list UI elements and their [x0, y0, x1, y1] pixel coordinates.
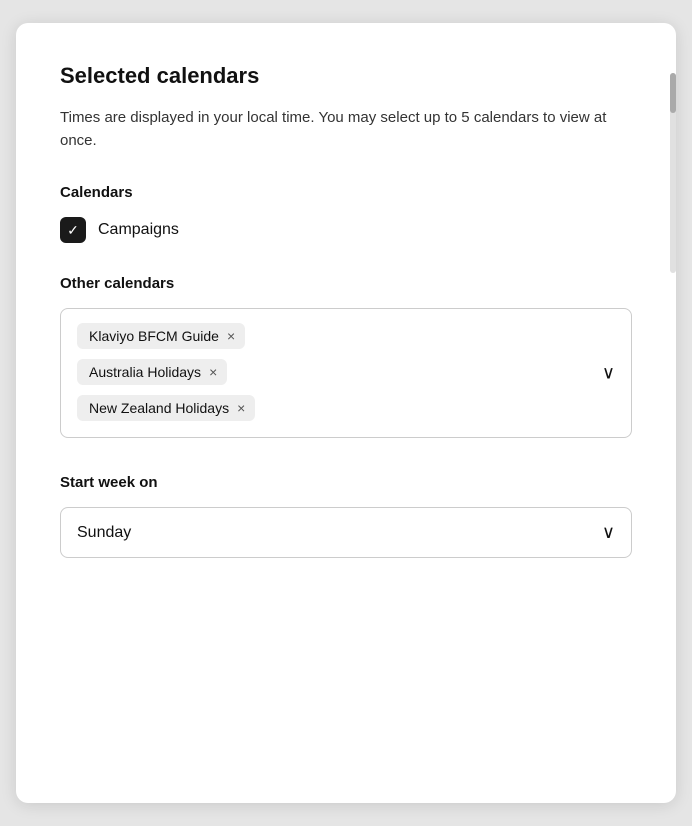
- campaigns-checkbox[interactable]: ✓: [60, 217, 86, 243]
- tag-australia-holidays: Australia Holidays ×: [77, 359, 227, 385]
- start-week-value: Sunday: [77, 524, 131, 542]
- other-calendars-multiselect[interactable]: Klaviyo BFCM Guide × Australia Holidays …: [60, 308, 632, 438]
- start-week-section: Start week on Sunday ∨: [60, 474, 632, 558]
- tag-label: Australia Holidays: [89, 364, 201, 380]
- other-calendars-section: Other calendars Klaviyo BFCM Guide × Aus…: [60, 275, 632, 438]
- tag-new-zealand-holidays: New Zealand Holidays ×: [77, 395, 255, 421]
- calendars-section-label: Calendars: [60, 184, 632, 201]
- scrollbar-thumb[interactable]: [670, 73, 676, 113]
- calendars-section: Calendars ✓ Campaigns: [60, 184, 632, 243]
- campaigns-calendar-item: ✓ Campaigns: [60, 217, 632, 243]
- tag-klaviyo-bfcm: Klaviyo BFCM Guide ×: [77, 323, 245, 349]
- tags-container: Klaviyo BFCM Guide × Australia Holidays …: [77, 323, 615, 421]
- campaigns-label: Campaigns: [98, 221, 179, 239]
- modal-title: Selected calendars: [60, 63, 632, 89]
- tag-remove-klaviyo-bfcm[interactable]: ×: [227, 329, 235, 343]
- start-week-label: Start week on: [60, 474, 632, 491]
- start-week-select[interactable]: Sunday ∨: [60, 507, 632, 558]
- tag-label: New Zealand Holidays: [89, 400, 229, 416]
- tag-remove-new-zealand-holidays[interactable]: ×: [237, 401, 245, 415]
- scrollbar-track[interactable]: [670, 73, 676, 273]
- tag-label: Klaviyo BFCM Guide: [89, 328, 219, 344]
- other-calendars-label: Other calendars: [60, 275, 632, 292]
- modal-description: Times are displayed in your local time. …: [60, 107, 632, 152]
- tag-remove-australia-holidays[interactable]: ×: [209, 365, 217, 379]
- checkmark-icon: ✓: [67, 223, 79, 237]
- modal-card: Selected calendars Times are displayed i…: [16, 23, 676, 803]
- multiselect-dropdown-arrow[interactable]: ∨: [602, 363, 615, 384]
- chevron-down-icon: ∨: [602, 522, 615, 543]
